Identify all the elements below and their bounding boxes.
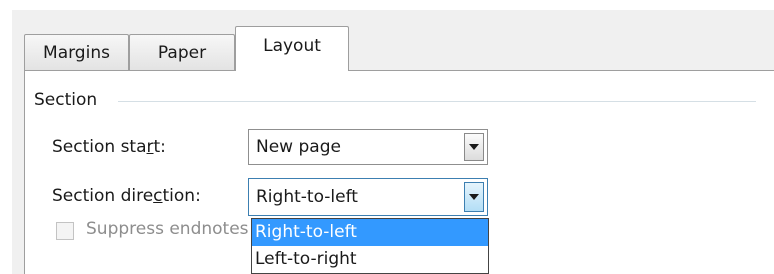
dropdown-option-left-to-right[interactable]: Left-to-right: [252, 246, 488, 273]
tab-layout-label: Layout: [263, 36, 321, 56]
suppress-endnotes-label: Suppress endnotes: [86, 219, 249, 239]
section-start-value: New page: [256, 137, 341, 157]
tab-layout[interactable]: Layout: [235, 26, 349, 71]
suppress-endnotes-checkbox[interactable]: [56, 222, 74, 240]
chevron-down-icon: [469, 194, 479, 200]
section-direction-label: Section direction:: [52, 186, 201, 206]
section-start-label: Section start:: [52, 137, 166, 157]
section-direction-dropdown-list: Right-to-left Left-to-right: [251, 218, 489, 274]
dropdown-option-right-to-left[interactable]: Right-to-left: [252, 219, 488, 246]
section-start-select[interactable]: New page: [248, 129, 488, 165]
tab-margins-label: Margins: [43, 42, 110, 63]
section-direction-dropdown-button[interactable]: [464, 182, 484, 212]
section-direction-select[interactable]: Right-to-left: [248, 178, 488, 216]
section-start-dropdown-button[interactable]: [464, 133, 484, 161]
section-direction-value: Right-to-left: [256, 187, 358, 207]
tab-paper-label: Paper: [157, 42, 207, 63]
tab-margins[interactable]: Margins: [24, 34, 129, 70]
chevron-down-icon: [469, 144, 479, 150]
section-group-label: Section: [34, 90, 98, 110]
section-group-divider: [118, 101, 756, 102]
tab-paper[interactable]: Paper: [129, 34, 235, 70]
